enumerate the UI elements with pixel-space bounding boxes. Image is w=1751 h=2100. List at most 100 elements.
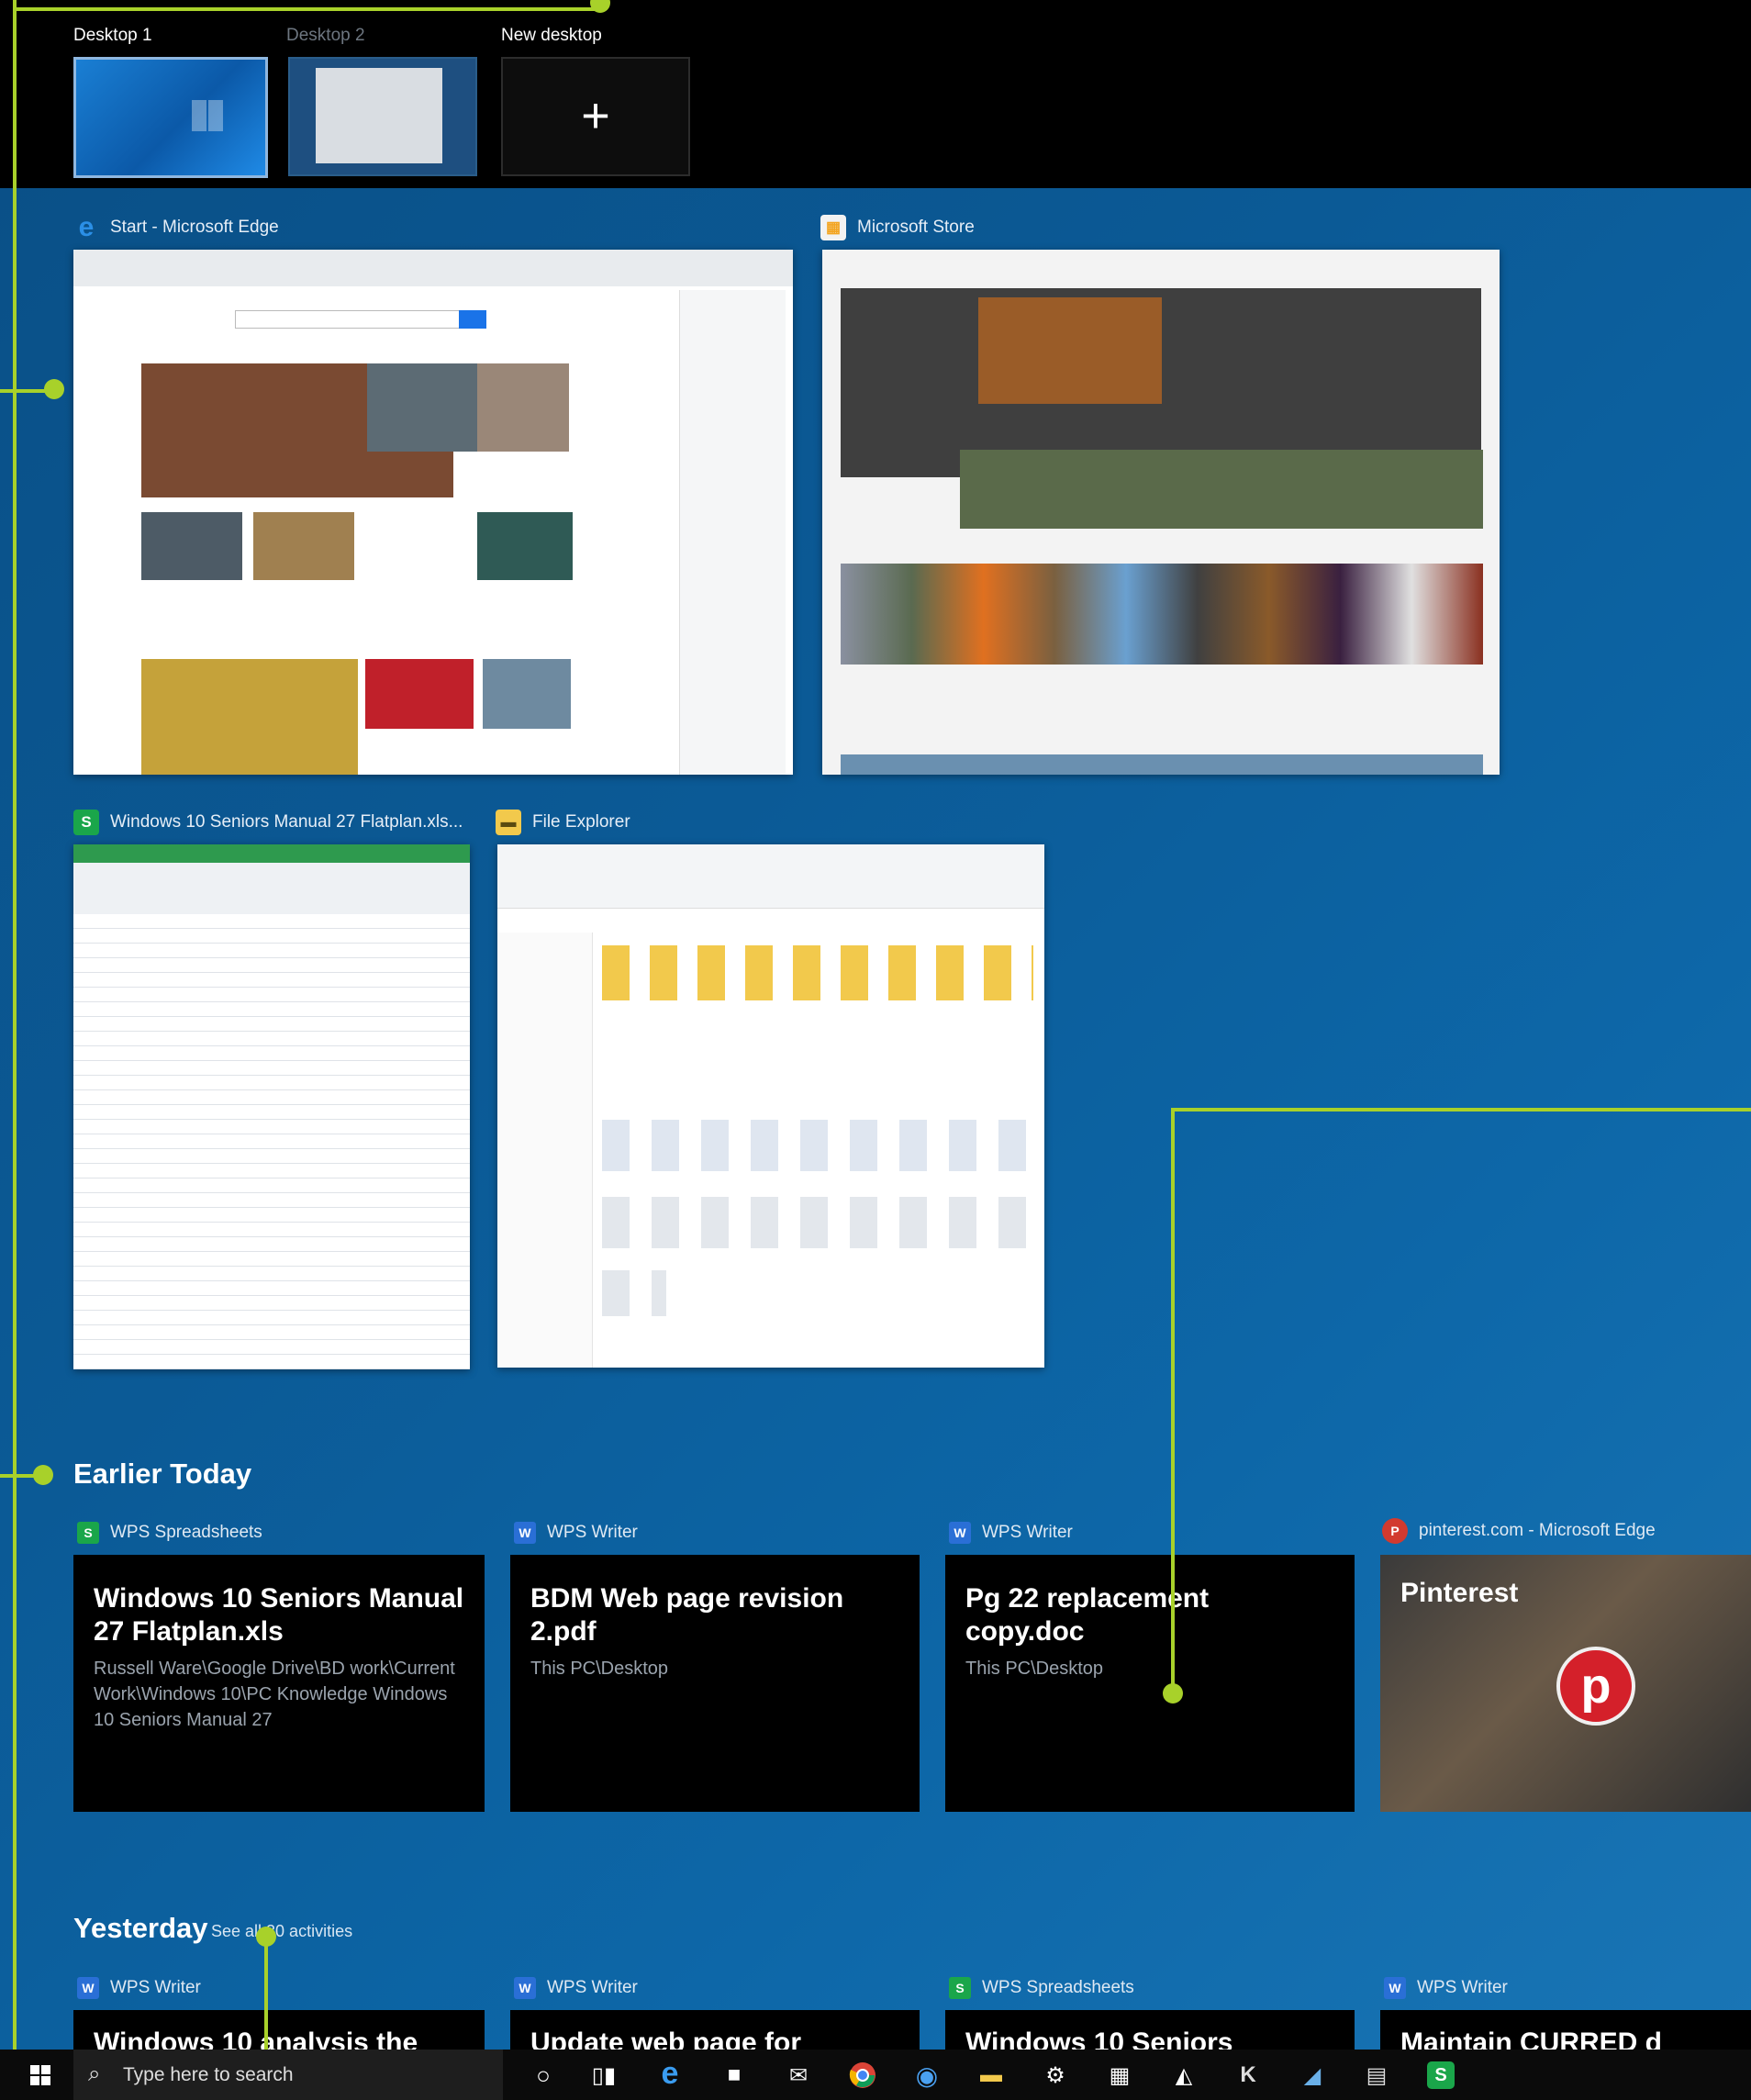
explorer-nav-pane (497, 933, 593, 1368)
window-title-explorer: ▬ File Explorer (496, 810, 630, 835)
store-game-covers (978, 297, 1162, 404)
mail-icon[interactable]: ✉ (782, 2059, 815, 2092)
desktop-2-label: Desktop 2 (286, 26, 365, 45)
news-image-d (253, 512, 354, 580)
window-thumbnail-store[interactable] (822, 250, 1500, 775)
card-app-name: WPS Writer (982, 1523, 1073, 1542)
writer-icon: W (77, 1977, 99, 1999)
spreadsheet-grid (73, 914, 470, 1369)
card-subtitle: Russell Ware\Google Drive\BD work\Curren… (94, 1659, 455, 1730)
pinterest-icon: P (1382, 1518, 1408, 1544)
virtual-desktops-bar: Desktop 1 Desktop 2 New desktop + (0, 0, 1751, 188)
spreadsheet-titlebar (73, 844, 470, 863)
see-all-activities-link[interactable]: See all 30 activities (211, 1922, 352, 1941)
news-image-g (365, 659, 474, 729)
card-title: Windows 10 analysis the (94, 2027, 418, 2050)
store-picks-row (841, 564, 1483, 665)
new-desktop-label: New desktop (501, 26, 602, 45)
news-image-c (141, 512, 242, 580)
yesterday-heading: Yesterday (73, 1912, 208, 1944)
pinterest-logo-icon: p (1556, 1647, 1635, 1726)
card-subtitle: This PC\Desktop (965, 1659, 1104, 1679)
card-app-name: WPS Writer (1417, 1978, 1508, 1997)
task-view-icon[interactable]: ▯▮ (587, 2059, 620, 2092)
card-title: BDM Web page revision 2.pdf (530, 1583, 844, 1647)
card-app-name: WPS Writer (110, 1978, 201, 1997)
annotation-dot (44, 379, 64, 399)
search-icon: ⌕ (88, 2061, 101, 2086)
activity-card[interactable]: Update web page for (510, 2010, 920, 2050)
search-box[interactable]: ⌕ Type here to search (73, 2050, 503, 2100)
news-image-e (477, 512, 573, 580)
annotation-dot (1163, 1683, 1183, 1703)
card-header: W WPS Writer (949, 1522, 1073, 1544)
new-desktop-button[interactable]: + (501, 57, 690, 176)
card-header: S WPS Spreadsheets (77, 1522, 262, 1544)
calendar-icon[interactable]: ▦ (1103, 2059, 1136, 2092)
chrome-icon[interactable] (846, 2059, 879, 2092)
browser-toolbar (73, 250, 793, 286)
photos-icon[interactable]: ◭ (1167, 2059, 1200, 2092)
spreadsheets-icon: S (949, 1977, 971, 1999)
store-icon: ▦ (820, 215, 846, 240)
card-title: Pinterest (1400, 1578, 1519, 1608)
card-app-name: WPS Spreadsheets (110, 1523, 262, 1542)
card-app-name: WPS Writer (547, 1523, 638, 1542)
settings-icon[interactable]: ⚙ (1039, 2059, 1072, 2092)
desktop-1-label: Desktop 1 (73, 26, 152, 45)
window-title-store: ▦ Microsoft Store (820, 215, 975, 240)
explorer-ribbon (497, 844, 1044, 909)
news-image-h (483, 659, 571, 729)
card-subtitle: This PC\Desktop (530, 1659, 669, 1679)
window-title-text: Start - Microsoft Edge (110, 218, 279, 237)
explorer-file-row-3 (602, 1270, 666, 1316)
desktop-2-thumbnail[interactable] (288, 57, 477, 176)
window-thumbnail-explorer[interactable] (497, 844, 1044, 1368)
file-explorer-icon[interactable]: ▬ (975, 2059, 1008, 2092)
folder-icon: ▬ (496, 810, 521, 835)
writer-icon: W (514, 1977, 536, 1999)
window-title-text: File Explorer (532, 812, 630, 832)
side-panel (679, 290, 786, 775)
news-image-b (477, 363, 569, 452)
cortana-icon[interactable]: ○ (527, 2059, 560, 2092)
activity-card[interactable]: Pg 22 replacement copy.doc This PC\Deskt… (945, 1555, 1355, 1812)
activity-card[interactable]: BDM Web page revision 2.pdf This PC\Desk… (510, 1555, 920, 1812)
store-icon[interactable]: ■ (718, 2059, 751, 2092)
edge-icon[interactable]: e (653, 2056, 686, 2091)
desktop-1-thumbnail[interactable] (73, 57, 268, 178)
news-image-f (141, 659, 358, 775)
activity-card[interactable]: Pinterest p (1380, 1555, 1751, 1812)
activity-card[interactable]: Windows 10 Seniors Manual (945, 2010, 1355, 2050)
card-title: Windows 10 Seniors Manual 27 Flatplan.xl… (94, 1583, 464, 1647)
k-app-icon[interactable]: K (1232, 2059, 1265, 2092)
calculator-icon[interactable]: ▤ (1360, 2059, 1393, 2092)
search-box (235, 310, 464, 329)
activity-card[interactable]: Windows 10 analysis the (73, 2010, 485, 2050)
store-tiles-row (960, 450, 1483, 529)
card-header: W WPS Writer (514, 1977, 638, 1999)
plus-icon: + (581, 88, 610, 143)
app-icon[interactable]: ◢ (1296, 2059, 1329, 2092)
annotation-line (1171, 1108, 1175, 1693)
writer-icon: W (1384, 1977, 1406, 1999)
window-thumbnail-spreadsheet[interactable] (73, 844, 470, 1369)
card-header: P pinterest.com - Microsoft Edge (1382, 1518, 1656, 1544)
spreadsheet-ribbon (73, 863, 470, 914)
card-app-name: WPS Writer (547, 1978, 638, 1997)
activity-card[interactable]: Windows 10 Seniors Manual 27 Flatplan.xl… (73, 1555, 485, 1812)
card-app-name: WPS Spreadsheets (982, 1978, 1134, 1997)
edge-icon: e (78, 212, 95, 242)
spreadsheets-icon[interactable]: S (1424, 2059, 1457, 2092)
activity-card[interactable]: Maintain CURRED d (1380, 2010, 1751, 2050)
card-header: W WPS Writer (77, 1977, 201, 1999)
search-button (459, 310, 486, 329)
window-title-edge: e Start - Microsoft Edge (73, 212, 279, 242)
annotation-dot (33, 1465, 53, 1485)
windows-logo-icon (192, 100, 223, 131)
annotation-line (13, 0, 17, 2100)
window-thumbnail-edge[interactable] (73, 250, 793, 775)
windows-start-icon[interactable] (24, 2059, 57, 2092)
github-icon[interactable]: ◉ (910, 2059, 943, 2092)
window-title-text: Windows 10 Seniors Manual 27 Flatplan.xl… (110, 812, 463, 832)
